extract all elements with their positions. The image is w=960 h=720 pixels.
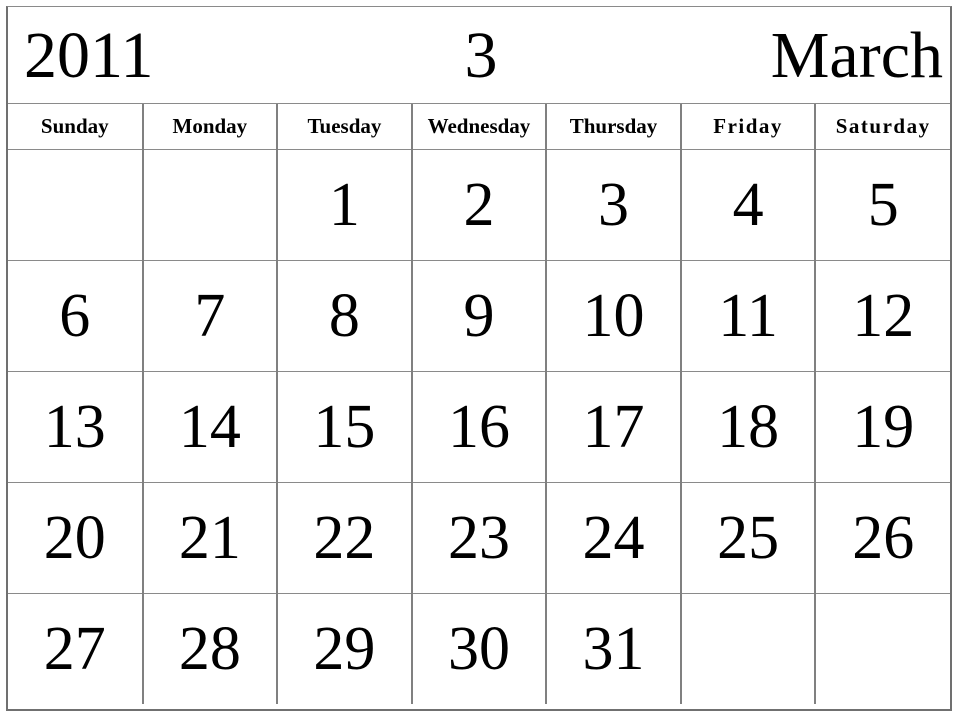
calendar-day-cell[interactable]: 24 — [546, 482, 682, 594]
calendar-day-cell[interactable]: 16 — [411, 371, 548, 483]
day-header-label: Wednesday — [427, 114, 531, 138]
day-number: 10 — [582, 282, 645, 350]
calendar-week-row: 6 7 8 9 10 11 12 — [8, 260, 950, 372]
day-number: 24 — [582, 504, 645, 572]
day-number: 14 — [178, 393, 241, 461]
day-number: 15 — [313, 393, 376, 461]
day-header-label: Saturday — [835, 114, 931, 138]
day-number: 28 — [178, 615, 241, 683]
calendar-day-cell[interactable]: 19 — [815, 371, 950, 483]
day-number: 8 — [328, 282, 360, 350]
day-header-wednesday: Wednesday — [411, 104, 548, 150]
calendar-day-cell[interactable]: 9 — [411, 260, 548, 372]
day-number: 20 — [43, 504, 106, 572]
day-header-label: Sunday — [40, 114, 109, 138]
day-number: 30 — [447, 615, 510, 683]
calendar-day-cell[interactable]: 6 — [8, 260, 144, 372]
day-number: 16 — [447, 393, 510, 461]
calendar-day-cell[interactable]: 10 — [546, 260, 682, 372]
calendar-day-cell[interactable]: 1 — [277, 149, 413, 261]
calendar-day-cell[interactable]: 31 — [546, 593, 682, 704]
day-number: 6 — [59, 282, 91, 350]
calendar-day-cell[interactable] — [815, 593, 950, 704]
day-number: 4 — [732, 171, 764, 239]
day-header-friday: Friday — [680, 104, 817, 150]
calendar-day-cell[interactable]: 7 — [142, 260, 279, 372]
day-number: 9 — [463, 282, 495, 350]
calendar-day-cell[interactable]: 11 — [680, 260, 817, 372]
day-number: 19 — [852, 393, 915, 461]
day-number: 26 — [852, 504, 915, 572]
day-number: 3 — [598, 171, 630, 239]
day-number: 21 — [178, 504, 241, 572]
day-header-label: Thursday — [569, 114, 658, 138]
calendar: 2011 3 March Sunday Monday Tuesday Wedne… — [6, 6, 952, 711]
calendar-day-cell[interactable]: 17 — [546, 371, 682, 483]
calendar-day-cell[interactable] — [142, 149, 279, 261]
day-number: 11 — [718, 282, 778, 350]
calendar-day-cell[interactable] — [680, 593, 817, 704]
calendar-week-row: 20 21 22 23 24 25 26 — [8, 482, 950, 594]
calendar-day-cell[interactable] — [8, 149, 144, 261]
day-number: 29 — [313, 615, 376, 683]
calendar-day-cell[interactable]: 30 — [411, 593, 548, 704]
calendar-day-cell[interactable]: 3 — [546, 149, 682, 261]
day-header-label: Tuesday — [307, 114, 382, 138]
calendar-day-cell[interactable]: 14 — [142, 371, 279, 483]
day-header-sunday: Sunday — [8, 104, 144, 150]
calendar-title-row: 2011 3 March — [8, 7, 950, 104]
calendar-week-row: 1 2 3 4 5 — [8, 149, 950, 261]
calendar-day-cell[interactable]: 22 — [277, 482, 413, 594]
day-header-label: Monday — [172, 114, 248, 138]
day-number: 23 — [447, 504, 510, 572]
day-number: 22 — [313, 504, 376, 572]
day-header-tuesday: Tuesday — [277, 104, 413, 150]
calendar-day-cell[interactable]: 18 — [680, 371, 817, 483]
day-number: 13 — [43, 393, 106, 461]
calendar-day-cell[interactable]: 29 — [277, 593, 413, 704]
calendar-day-cell[interactable]: 5 — [815, 149, 950, 261]
day-header-monday: Monday — [142, 104, 279, 150]
calendar-day-cell[interactable]: 25 — [680, 482, 817, 594]
day-number: 31 — [582, 615, 645, 683]
day-header-saturday: Saturday — [815, 104, 950, 150]
calendar-week-row: 27 28 29 30 31 — [8, 593, 950, 704]
day-number: 12 — [852, 282, 915, 350]
calendar-day-cell[interactable]: 13 — [8, 371, 144, 483]
day-number: 25 — [717, 504, 780, 572]
calendar-day-cell[interactable]: 26 — [815, 482, 950, 594]
calendar-day-cell[interactable]: 12 — [815, 260, 950, 372]
calendar-day-cell[interactable]: 8 — [277, 260, 413, 372]
calendar-grid: Sunday Monday Tuesday Wednesday Thursday… — [8, 104, 950, 704]
day-number: 1 — [328, 171, 360, 239]
calendar-week-row: 13 14 15 16 17 18 19 — [8, 371, 950, 483]
day-number: 27 — [43, 615, 106, 683]
calendar-day-cell[interactable]: 27 — [8, 593, 144, 704]
day-number: 7 — [194, 282, 226, 350]
day-number: 2 — [463, 171, 495, 239]
day-header-label: Friday — [713, 114, 783, 138]
calendar-day-cell[interactable]: 15 — [277, 371, 413, 483]
day-of-week-header-row: Sunday Monday Tuesday Wednesday Thursday… — [8, 104, 950, 150]
day-header-thursday: Thursday — [546, 104, 682, 150]
calendar-day-cell[interactable]: 28 — [142, 593, 279, 704]
calendar-day-cell[interactable]: 21 — [142, 482, 279, 594]
calendar-day-cell[interactable]: 20 — [8, 482, 144, 594]
calendar-day-cell[interactable]: 2 — [411, 149, 548, 261]
calendar-month-name-label: March — [770, 19, 943, 92]
calendar-day-cell[interactable]: 4 — [680, 149, 817, 261]
day-number: 5 — [867, 171, 899, 239]
day-number: 18 — [717, 393, 780, 461]
day-number: 17 — [582, 393, 645, 461]
calendar-day-cell[interactable]: 23 — [411, 482, 548, 594]
